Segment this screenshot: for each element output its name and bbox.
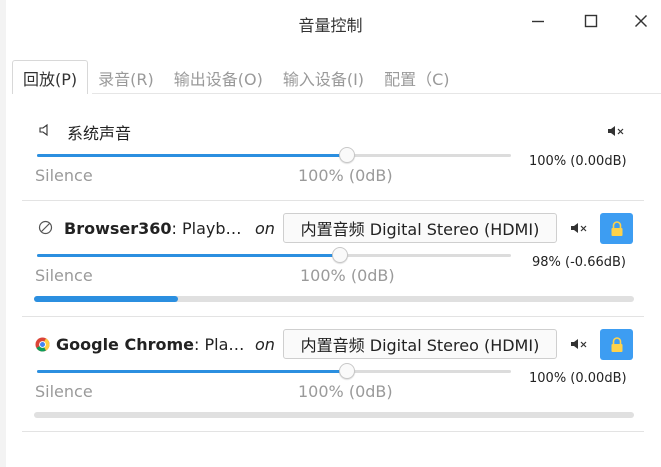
maximize-button[interactable] [580, 10, 602, 32]
peak-meter [34, 296, 634, 302]
stream-volume-fill [37, 254, 340, 257]
tab-playback[interactable]: 回放(P) [12, 60, 89, 94]
window-left-edge [0, 0, 6, 467]
row-separator [22, 200, 644, 201]
app-name: Browser360 [64, 219, 172, 238]
lock-channels-button[interactable] [600, 213, 633, 244]
tab-input-devices[interactable]: 输入设备(I) [273, 62, 374, 94]
peak-meter [34, 412, 634, 418]
system-sound-label: 系统声音 [67, 124, 132, 143]
lock-icon [611, 220, 622, 236]
silence-label: Silence [35, 266, 93, 285]
mute-toggle-icon[interactable] [607, 124, 625, 140]
on-label: on [255, 219, 275, 238]
window-title: 音量控制 [298, 16, 363, 35]
minimize-icon [532, 20, 544, 23]
stream-volume-slider[interactable] [37, 247, 511, 263]
stream-volume-readout: 100% (0.00dB) [529, 371, 627, 386]
stream-volume-knob[interactable] [339, 363, 355, 379]
system-100-mark: 100% (0dB) [298, 166, 393, 185]
mute-toggle-icon[interactable] [570, 337, 588, 353]
tab-recording[interactable]: 录音(R) [88, 62, 164, 94]
peak-meter-fill [34, 296, 178, 302]
tab-configuration[interactable]: 配置（C) [374, 62, 459, 94]
silence-label: Silence [35, 382, 93, 401]
stream-description: : Playb… [171, 219, 242, 238]
output-device-button[interactable]: 内置音频 Digital Stereo (HDMI) [283, 329, 557, 359]
tab-bar: 回放(P) 录音(R) 输出设备(O) 输入设备(I) 配置（C) [12, 60, 459, 94]
stream-title: Google Chrome: Pla… [56, 335, 244, 354]
close-button[interactable] [630, 10, 652, 32]
stream-volume-fill [37, 370, 347, 373]
maximize-icon [584, 14, 598, 28]
system-volume-knob[interactable] [339, 147, 355, 163]
row-separator [22, 316, 644, 317]
stream-volume-slider[interactable] [37, 363, 511, 379]
stream-description: : Pla… [194, 335, 245, 354]
stream-volume-readout: 98% (-0.66dB) [532, 255, 626, 270]
volume-control-window: 音量控制 回放(P) 录音(R) 输出设备(O) 输入设备(I) 配置（C) 系… [0, 0, 661, 467]
100-percent-mark: 100% (0dB) [298, 382, 393, 401]
stream-volume-knob[interactable] [332, 247, 348, 263]
mute-toggle-icon[interactable] [570, 221, 588, 237]
on-label: on [255, 335, 275, 354]
lock-channels-button[interactable] [600, 329, 633, 360]
speaker-icon [39, 123, 48, 137]
stream-title: Browser360: Playb… [64, 219, 242, 238]
100-percent-mark: 100% (0dB) [300, 266, 395, 285]
close-icon [635, 15, 647, 27]
row-separator [22, 431, 644, 432]
system-volume-slider[interactable] [37, 147, 511, 163]
system-silence-label: Silence [35, 166, 93, 185]
system-volume-readout: 100% (0.00dB) [529, 154, 627, 169]
disabled-circle-icon [38, 220, 53, 235]
minimize-button[interactable] [527, 10, 549, 32]
output-device-button[interactable]: 内置音频 Digital Stereo (HDMI) [283, 213, 557, 243]
app-name: Google Chrome [56, 335, 195, 354]
tab-output-devices[interactable]: 输出设备(O) [164, 62, 273, 94]
title-bar: 音量控制 [0, 0, 661, 44]
tab-divider [92, 93, 661, 94]
system-volume-fill [37, 154, 347, 157]
lock-icon [611, 336, 622, 352]
chrome-icon [35, 337, 50, 352]
